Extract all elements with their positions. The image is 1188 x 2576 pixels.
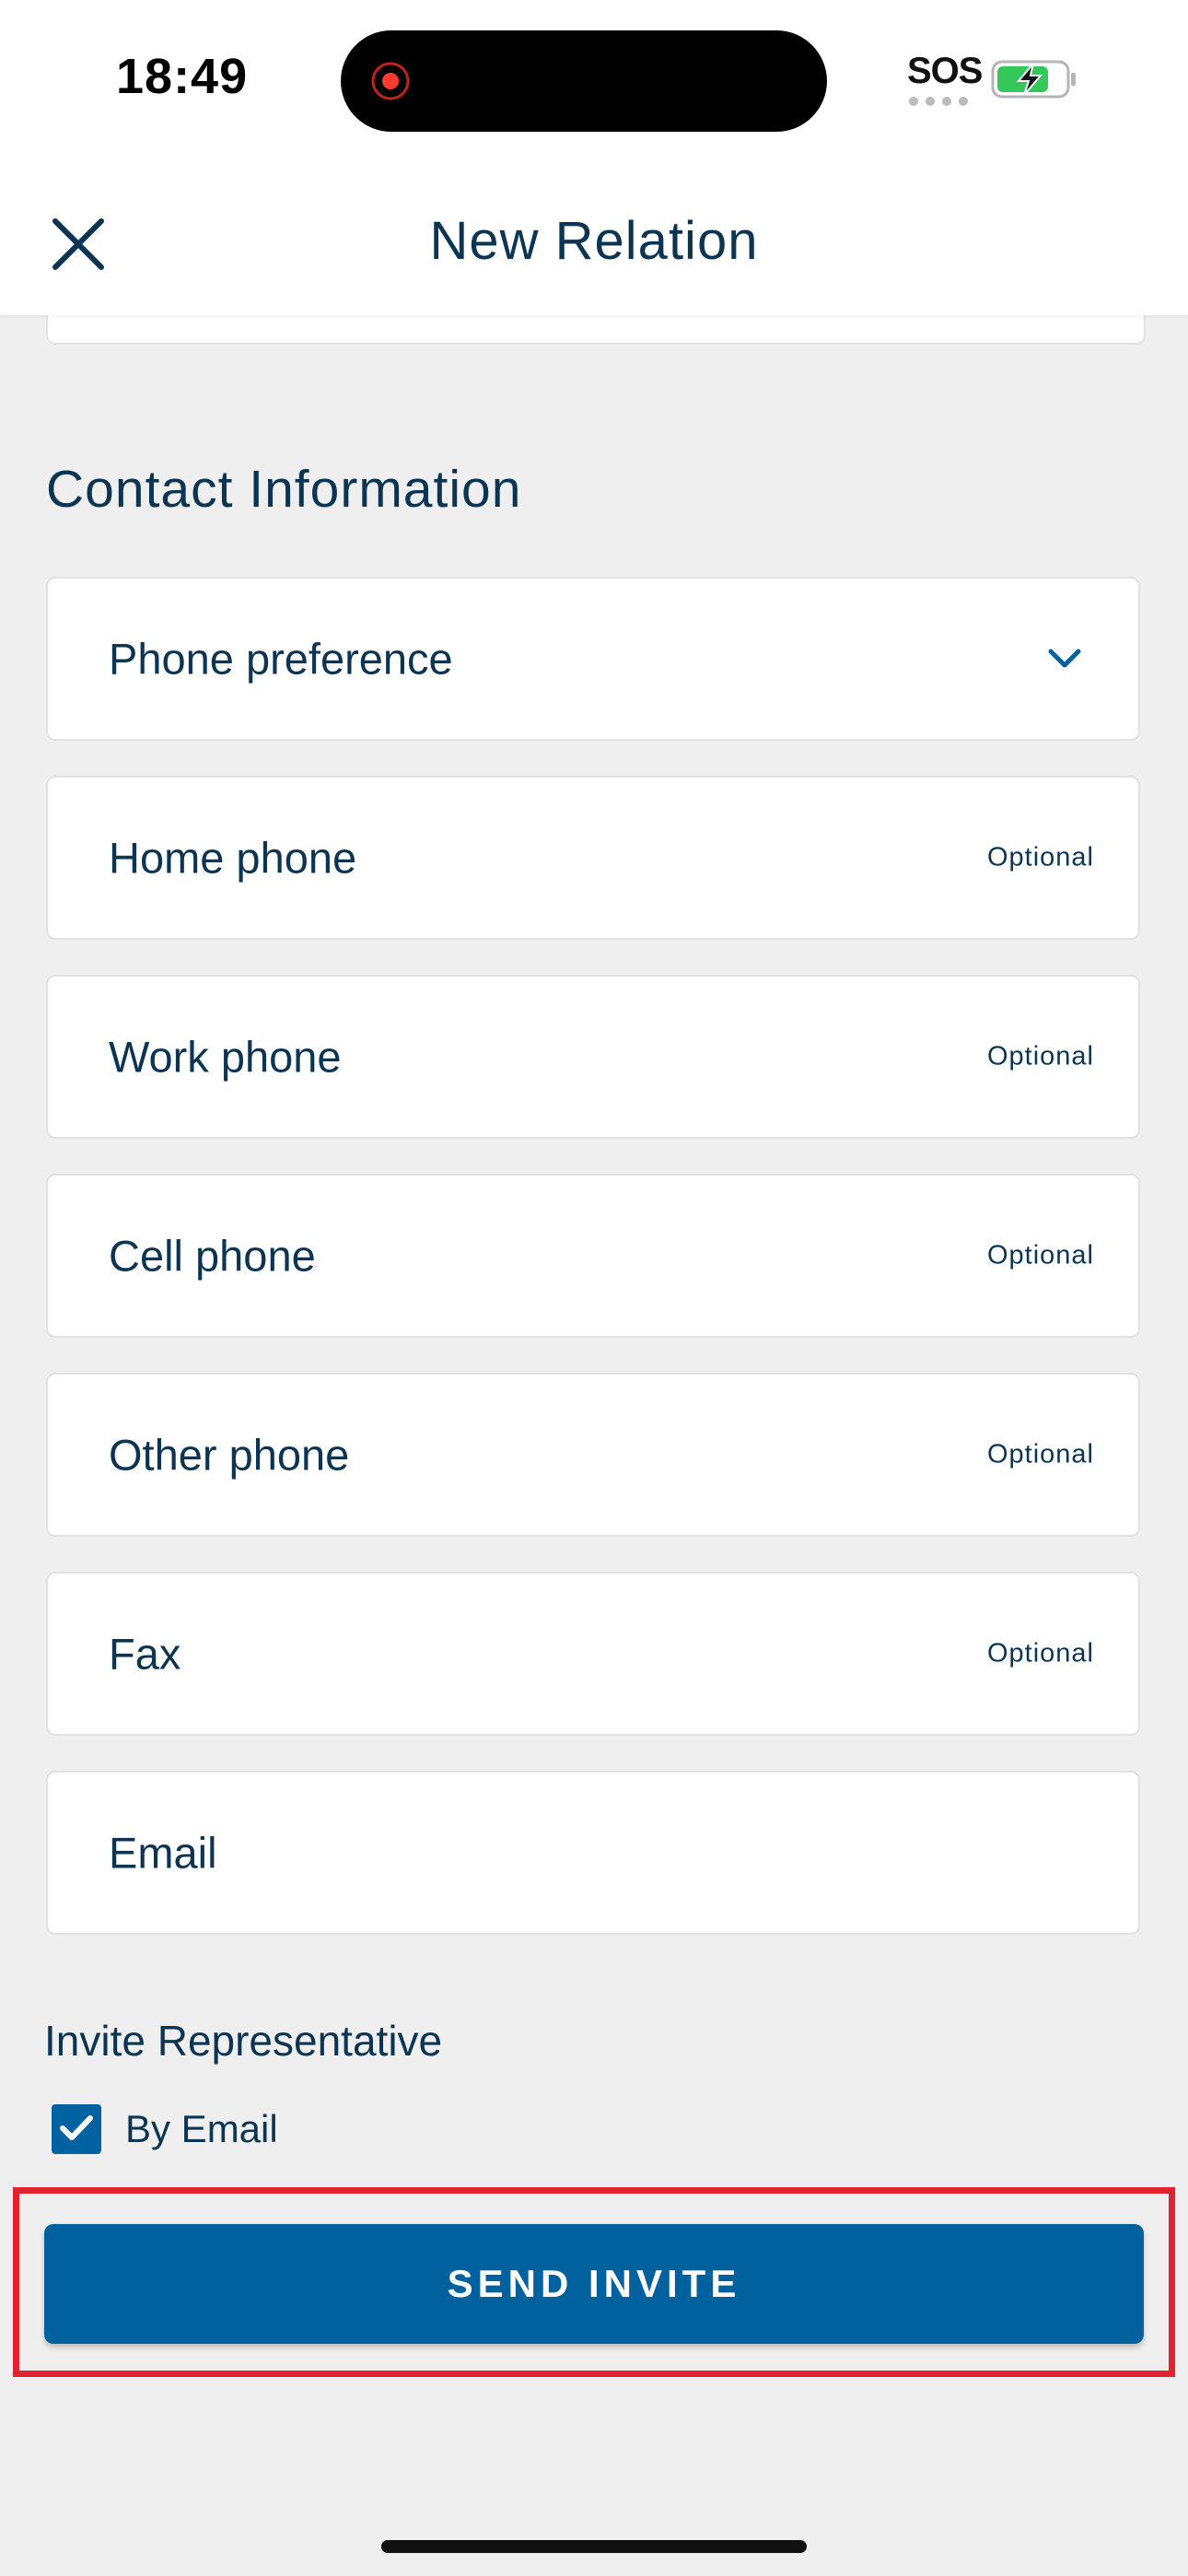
nav-bar: New Relation: [0, 157, 1188, 315]
section-heading: Contact Information: [46, 460, 522, 519]
home-indicator[interactable]: [381, 2540, 807, 2553]
battery-charging-icon: [991, 60, 1076, 99]
chevron-down-icon: [1048, 649, 1081, 668]
optional-tag: Optional: [986, 842, 1094, 872]
by-email-label: By Email: [125, 2107, 278, 2150]
checkmark-icon: [60, 2115, 93, 2140]
optional-tag: Optional: [986, 1240, 1094, 1270]
other-phone-label: Other phone: [109, 1430, 350, 1480]
send-invite-button[interactable]: SEND INVITE: [44, 2224, 1144, 2344]
status-bar: 18:49 SOS: [0, 0, 1188, 157]
cell-phone-field[interactable]: Cell phone Optional: [46, 1174, 1140, 1338]
email-field[interactable]: Email: [46, 1771, 1140, 1935]
by-email-checkbox-row[interactable]: By Email: [52, 2102, 278, 2156]
phone-preference-label: Phone preference: [109, 634, 453, 684]
work-phone-field[interactable]: Work phone Optional: [46, 975, 1140, 1139]
home-phone-label: Home phone: [109, 833, 357, 883]
fax-label: Fax: [109, 1629, 181, 1679]
dynamic-island: [341, 30, 827, 132]
signal-dots-icon: [909, 97, 968, 106]
by-email-checkbox[interactable]: [52, 2104, 101, 2154]
status-time: 18:49: [116, 49, 249, 104]
fax-field[interactable]: Fax Optional: [46, 1572, 1140, 1736]
other-phone-field[interactable]: Other phone Optional: [46, 1373, 1140, 1537]
status-carrier: SOS: [907, 51, 983, 91]
optional-tag: Optional: [986, 1638, 1094, 1669]
home-phone-field[interactable]: Home phone Optional: [46, 776, 1140, 940]
work-phone-label: Work phone: [109, 1032, 342, 1082]
phone-preference-select[interactable]: Phone preference: [46, 577, 1140, 741]
optional-tag: Optional: [986, 1439, 1094, 1469]
cell-phone-label: Cell phone: [109, 1231, 316, 1281]
page-title: New Relation: [429, 211, 759, 271]
invite-representative-label: Invite Representative: [44, 2017, 443, 2065]
optional-tag: Optional: [986, 1041, 1094, 1071]
email-label: Email: [109, 1828, 217, 1878]
recording-indicator-icon: [371, 62, 410, 100]
